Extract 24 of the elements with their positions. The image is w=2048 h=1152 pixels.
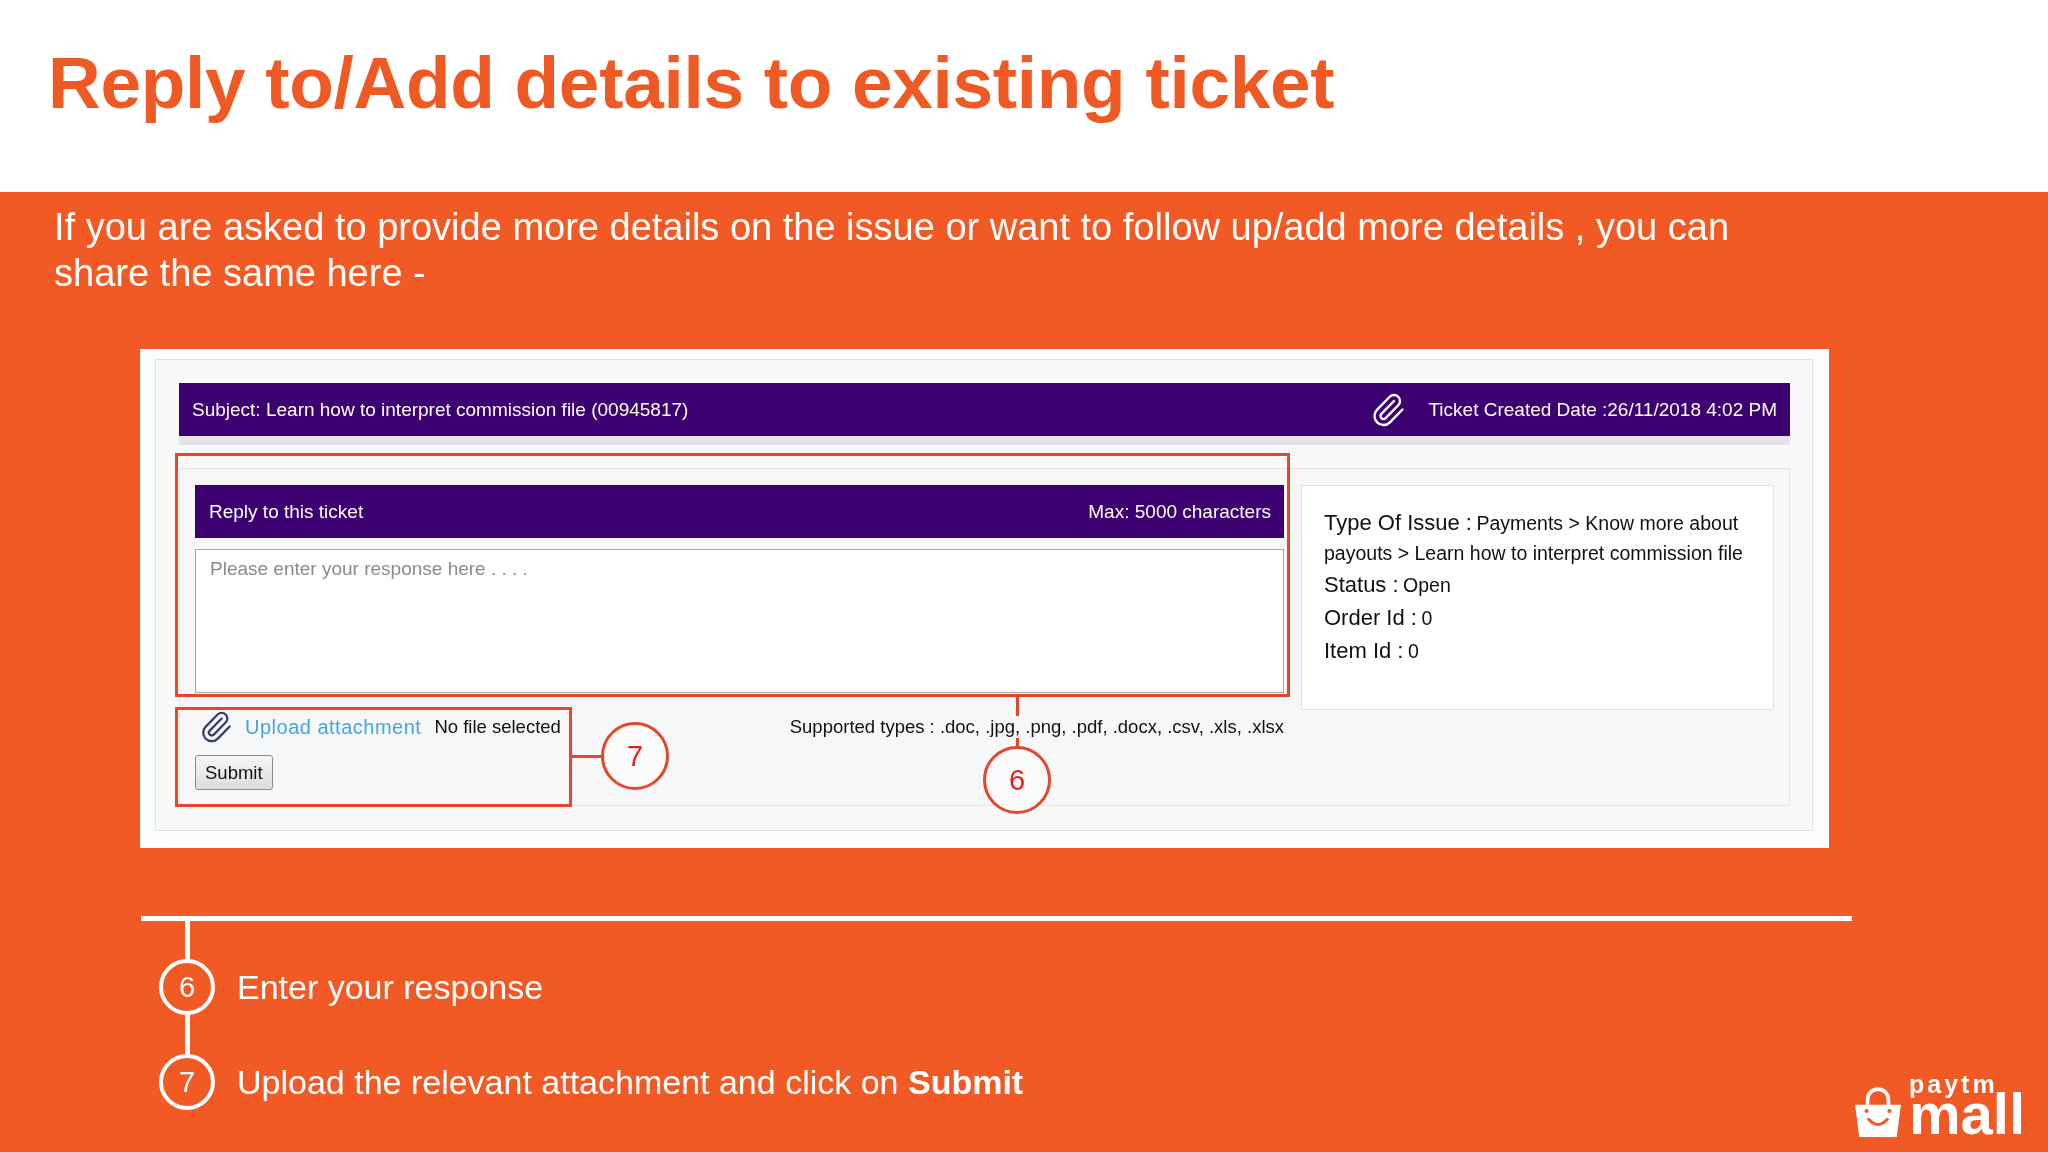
timeline-connector <box>185 1015 190 1054</box>
step-number: 6 <box>159 959 215 1015</box>
step-text: Enter your response <box>237 967 544 1007</box>
submit-button[interactable]: Submit <box>195 755 273 790</box>
callout-number: 7 <box>601 722 669 790</box>
supported-types: Supported types : .doc, .jpg, .png, .pdf, .docx, .csv, .xls, .xlsx <box>789 716 1284 738</box>
ticket-created-date: Ticket Created Date :26/11/2018 4:02 PM <box>1428 398 1777 421</box>
response-field[interactable]: Please enter your response here . . . . <box>195 549 1284 693</box>
detail-line: Status : Open <box>1324 571 1452 599</box>
ticket-subject: Subject: Learn how to interpret commission file (00945817) <box>192 398 690 421</box>
shopping-bag-icon <box>1853 1087 1903 1137</box>
timeline-connector <box>185 921 190 959</box>
callout-number: 6 <box>983 746 1051 814</box>
reply-title: Reply to this ticket <box>209 500 364 523</box>
detail-line: Item Id : 0 <box>1324 637 1420 665</box>
paperclip-icon <box>1370 391 1407 428</box>
paperclip-icon <box>199 710 233 744</box>
callout-line <box>572 755 601 758</box>
intro-text: If you are asked to provide more details on the issue or want to follow up/add more details , you can share the same here - <box>54 205 1731 296</box>
step-number: 7 <box>159 1054 215 1110</box>
step-text: Upload the relevant attachment and click on Submit <box>237 1062 1024 1102</box>
detail-line: Type Of Issue : Payments > Know more about payouts > Learn how to interpret commission file <box>1324 509 1744 566</box>
character-limit: Max: 5000 characters <box>1088 500 1271 523</box>
detail-line: Order Id : 0 <box>1324 604 1434 632</box>
